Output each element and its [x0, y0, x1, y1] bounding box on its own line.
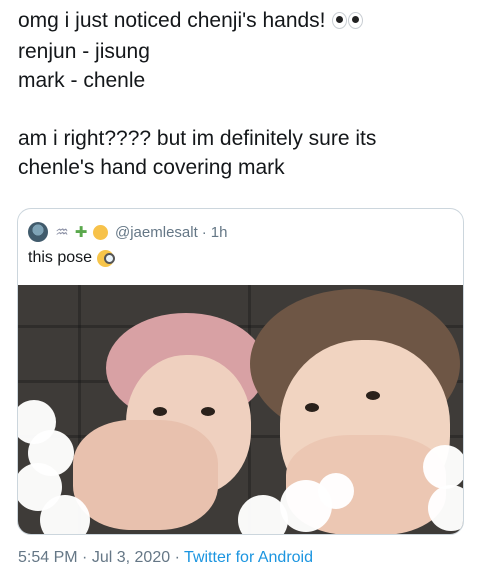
- cloud-sticker: [423, 445, 463, 489]
- quoted-tweet-time[interactable]: 1h: [211, 224, 228, 241]
- cat-icon: [92, 224, 108, 240]
- tweet-line: am i right???? but im definitely sure it…: [18, 127, 377, 150]
- separator-dot: ·: [82, 549, 88, 566]
- cloud-sticker: [428, 485, 463, 531]
- bunny-icon: ♒: [55, 224, 69, 241]
- separator-dot: ·: [174, 549, 180, 566]
- cloud-sticker: [318, 473, 354, 509]
- quoted-tweet-header: ♒ ✚ @jaemlesalt · 1h: [28, 221, 227, 243]
- avatar[interactable]: [28, 222, 48, 242]
- tweet-source-link[interactable]: Twitter for Android: [184, 549, 313, 566]
- quoted-tweet-handle[interactable]: @jaemlesalt: [115, 224, 198, 241]
- eyes-icon: [331, 8, 364, 37]
- tweet-line: mark - chenle: [18, 69, 146, 92]
- quoted-tweet-body: this pose: [28, 249, 93, 266]
- quoted-tweet-card[interactable]: ♒ ✚ @jaemlesalt · 1h this pose: [17, 208, 464, 535]
- tweet-time[interactable]: 5:54 PM: [18, 549, 78, 566]
- tweet-date[interactable]: Jul 3, 2020: [92, 549, 170, 566]
- face-with-monocle-icon: [97, 249, 116, 267]
- tweet-line: omg i just noticed chenji's hands!: [18, 6, 468, 37]
- tweet-line-text: omg i just noticed chenji's hands!: [18, 9, 326, 32]
- left-hand: [73, 420, 218, 530]
- tweet-text: omg i just noticed chenji's hands! renju…: [18, 6, 468, 182]
- tweet-meta: 5:54 PM · Jul 3, 2020 · Twitter for Andr…: [18, 549, 313, 567]
- puzzle-icon: ✚: [74, 224, 88, 241]
- tweet-line: renjun - jisung: [18, 40, 150, 63]
- quoted-tweet-text: this pose: [28, 249, 116, 267]
- separator-dot: ·: [201, 223, 207, 241]
- quoted-tweet-photo[interactable]: [18, 285, 463, 534]
- tweet-line: chenle's hand covering mark: [18, 156, 285, 179]
